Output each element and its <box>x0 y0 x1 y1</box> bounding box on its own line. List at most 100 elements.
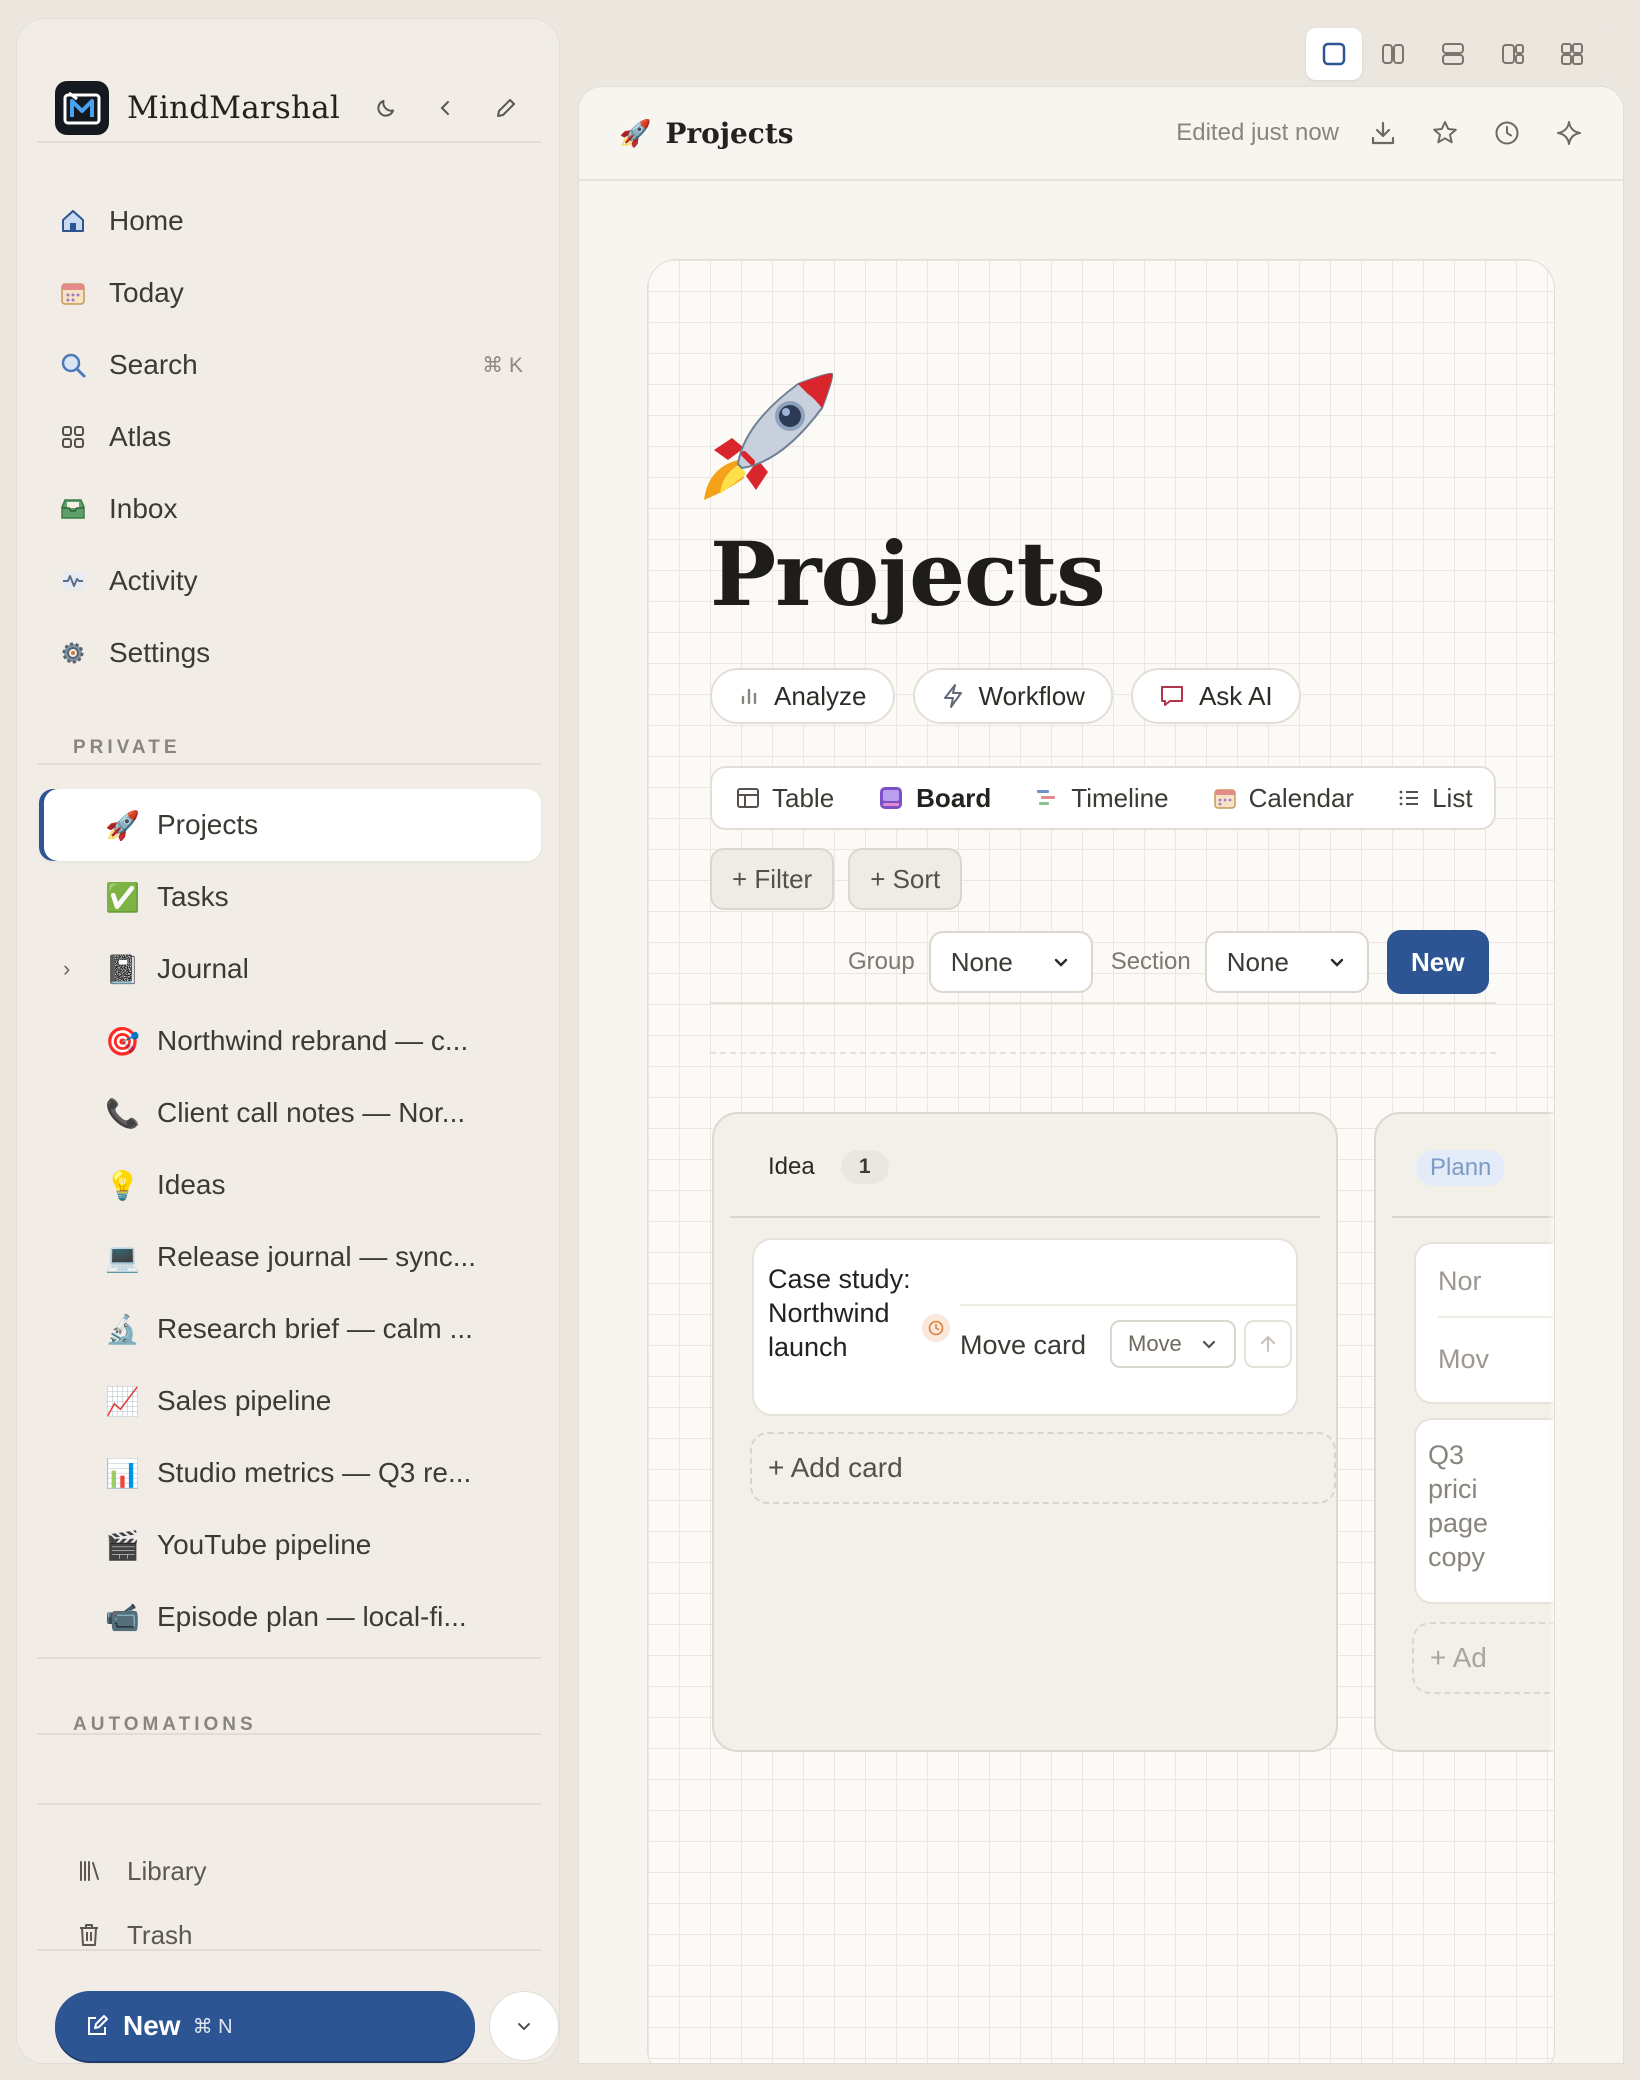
quad-pane-button[interactable] <box>1544 28 1600 80</box>
calendar-icon <box>1213 786 1237 810</box>
tab-list[interactable]: List <box>1398 783 1473 814</box>
split-horizontal-button[interactable] <box>1425 28 1481 80</box>
page-label: Studio metrics — Q3 re... <box>157 1457 472 1488</box>
move-up-button[interactable] <box>1244 1320 1292 1368</box>
tab-label: Timeline <box>1071 782 1169 813</box>
page-item-episode-plan[interactable]: 📹 Episode plan — local-fi... <box>39 1581 541 1653</box>
nav-item-today[interactable]: Today <box>55 257 523 329</box>
app-name: MindMarshal <box>127 90 340 126</box>
nav-label: Today <box>109 277 184 308</box>
tab-calendar[interactable]: Calendar <box>1213 783 1354 814</box>
column-divider <box>730 1216 1320 1218</box>
edit-icon[interactable] <box>489 91 523 125</box>
split-vertical-button[interactable] <box>1366 28 1422 80</box>
column-name[interactable]: Idea <box>768 1153 815 1181</box>
sidebar: MindMarshal Home Today Search ⌘ K Atlas … <box>16 18 560 2064</box>
chart-up-icon: 📈 <box>105 1385 140 1417</box>
page-item-research-brief[interactable]: 🔬 Research brief — calm ... <box>39 1293 541 1365</box>
bar-chart-icon <box>738 685 760 707</box>
nav-item-home[interactable]: Home <box>55 185 523 257</box>
page-item-projects[interactable]: 🚀 Projects <box>39 789 541 861</box>
clapper-icon: 🎬 <box>105 1529 140 1561</box>
moon-icon[interactable] <box>369 91 403 125</box>
inbox-icon <box>55 491 91 527</box>
rocket-icon: 🚀 <box>619 117 652 148</box>
board-card[interactable]: Q3 prici page copy <box>1414 1418 1554 1604</box>
download-icon[interactable] <box>1369 119 1397 147</box>
view-tabs: Table Board Timeline Calendar List <box>710 766 1496 830</box>
page-title[interactable]: Projects <box>710 522 1106 626</box>
section-label-private: PRIVATE <box>73 737 181 758</box>
page-item-studio-metrics[interactable]: 📊 Studio metrics — Q3 re... <box>39 1437 541 1509</box>
page-actions: Analyze Workflow Ask AI <box>710 668 1301 724</box>
group-select[interactable]: None <box>928 931 1093 993</box>
tab-label: Board <box>916 782 992 813</box>
page-item-tasks[interactable]: ✅ Tasks <box>39 861 541 933</box>
nav-item-search[interactable]: Search ⌘ K <box>55 329 523 401</box>
nav-item-inbox[interactable]: Inbox <box>55 473 523 545</box>
page-item-journal[interactable]: › 📓 Journal <box>39 933 541 1005</box>
move-card-label: Move card <box>960 1330 1087 1360</box>
workflow-button[interactable]: Workflow <box>912 668 1113 724</box>
new-record-button[interactable]: New <box>1386 930 1489 994</box>
sidebar-divider <box>37 763 541 765</box>
section-value: None <box>1226 946 1289 977</box>
nav-item-activity[interactable]: Activity <box>55 545 523 617</box>
sparkle-icon[interactable] <box>1555 119 1583 147</box>
chevron-right-icon[interactable]: › <box>63 956 70 982</box>
page-item-youtube-pipeline[interactable]: 🎬 YouTube pipeline <box>39 1509 541 1581</box>
tab-board[interactable]: Board <box>878 783 991 814</box>
add-card-button[interactable]: + Ad <box>1412 1622 1554 1694</box>
bar-chart-icon: 📊 <box>105 1457 140 1489</box>
board-card[interactable]: Nor Mov <box>1414 1242 1554 1404</box>
page-label: Episode plan — local-fi... <box>157 1601 467 1632</box>
gear-icon <box>55 635 91 671</box>
page-topbar: 🚀 Projects Edited just now <box>579 87 1623 181</box>
single-pane-button[interactable] <box>1306 28 1362 80</box>
page-item-release-journal[interactable]: 💻 Release journal — sync... <box>39 1221 541 1293</box>
new-page-label: New <box>123 2010 181 2041</box>
page-item-client-call-notes[interactable]: 📞 Client call notes — Nor... <box>39 1077 541 1149</box>
star-icon[interactable] <box>1431 119 1459 147</box>
three-pane-button[interactable] <box>1485 28 1541 80</box>
filter-button[interactable]: + Filter <box>710 848 835 910</box>
phone-icon: 📞 <box>105 1097 140 1129</box>
library-icon <box>77 1858 107 1884</box>
edited-status: Edited just now <box>1176 119 1339 146</box>
nav-item-atlas[interactable]: Atlas <box>55 401 523 473</box>
topbar-title[interactable]: Projects <box>665 117 793 150</box>
sidebar-divider <box>37 141 541 143</box>
toolbar-divider <box>710 1002 1496 1004</box>
section-select[interactable]: None <box>1204 931 1369 993</box>
tab-table[interactable]: Table <box>736 783 834 814</box>
page-rocket-icon[interactable] <box>698 368 838 513</box>
tab-timeline[interactable]: Timeline <box>1035 782 1169 814</box>
history-icon[interactable] <box>1493 119 1521 147</box>
page-item-ideas[interactable]: 💡 Ideas <box>39 1149 541 1221</box>
new-options-button[interactable] <box>489 1991 559 2061</box>
page-label: YouTube pipeline <box>157 1529 372 1560</box>
board-scroll-fade <box>1548 1100 1554 1760</box>
page-item-northwind-rebrand[interactable]: 🎯 Northwind rebrand — c... <box>39 1005 541 1077</box>
column-name[interactable]: Plann <box>1416 1150 1506 1186</box>
new-page-button[interactable]: New ⌘ N <box>55 1991 475 2061</box>
home-icon <box>55 203 91 239</box>
analyze-button[interactable]: Analyze <box>710 668 895 724</box>
video-camera-icon: 📹 <box>105 1601 140 1633</box>
page-item-sales-pipeline[interactable]: 📈 Sales pipeline <box>39 1365 541 1437</box>
move-card-select[interactable]: Move <box>1110 1320 1236 1368</box>
sort-button[interactable]: + Sort <box>848 848 963 910</box>
group-label: Group <box>848 948 915 975</box>
collapse-sidebar-icon[interactable] <box>429 91 463 125</box>
ask-ai-button[interactable]: Ask AI <box>1130 668 1301 724</box>
add-card-button[interactable]: + Add card <box>750 1432 1336 1504</box>
board-card[interactable]: Case study: Northwind launch Move card M… <box>752 1238 1298 1416</box>
activity-icon <box>55 563 91 599</box>
target-icon: 🎯 <box>105 1025 140 1057</box>
page-label: Projects <box>157 809 259 840</box>
library-link[interactable]: Library <box>77 1839 206 1903</box>
workflow-label: Workflow <box>978 680 1085 711</box>
card-title[interactable]: Case study: Northwind launch <box>768 1262 928 1364</box>
trash-link[interactable]: Trash <box>77 1903 206 1967</box>
nav-item-settings[interactable]: Settings <box>55 617 523 689</box>
